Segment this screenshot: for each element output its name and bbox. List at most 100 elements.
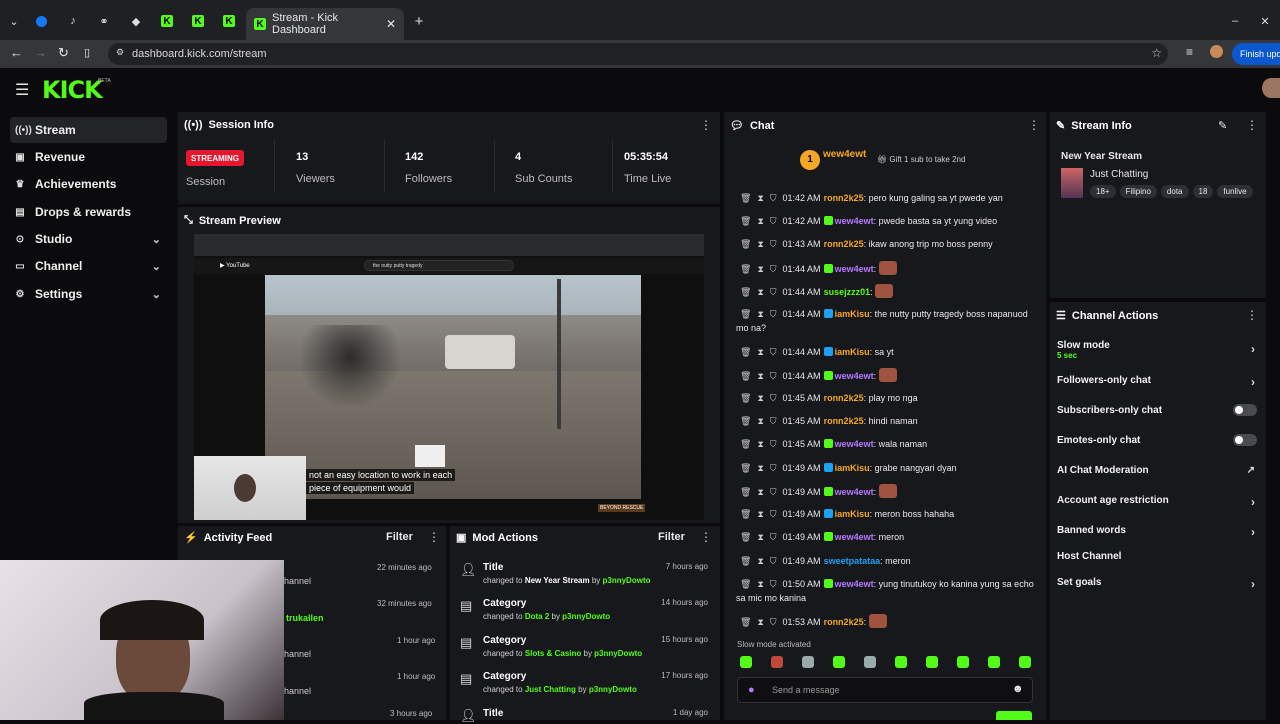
timeout-icon[interactable]: ⧗ xyxy=(757,264,763,274)
chat-username[interactable]: iamKisu xyxy=(835,347,870,357)
ban-icon[interactable]: ⛉ xyxy=(770,239,777,249)
bookmark-star-icon[interactable]: ☆ xyxy=(1151,46,1162,60)
subscribers-only-row[interactable]: Subscribers-only chat xyxy=(1057,404,1257,416)
reading-list-icon[interactable]: ≡ xyxy=(1186,45,1193,59)
chat-input[interactable]: ● Send a message ☻ xyxy=(737,677,1033,703)
kick-logo[interactable]: KICK xyxy=(42,76,103,104)
subscribers-only-toggle[interactable] xyxy=(1233,404,1257,416)
host-channel-row[interactable]: Host Channel xyxy=(1057,551,1257,562)
forward-icon[interactable]: → xyxy=(34,45,47,60)
chat-username[interactable]: wew4ewt xyxy=(835,216,874,226)
delete-icon[interactable]: 🗑︎ xyxy=(740,556,751,566)
emote-icon[interactable] xyxy=(802,656,814,668)
ban-icon[interactable]: ⛉ xyxy=(770,287,777,297)
ban-icon[interactable]: ⛉ xyxy=(770,264,777,274)
ai-moderation-row[interactable]: AI Chat Moderation ↗ xyxy=(1057,465,1257,476)
chat-username[interactable]: iamKisu xyxy=(835,463,870,473)
chat-username[interactable]: wew4ewt xyxy=(835,532,874,542)
sidebar-item-revenue[interactable]: ▣ Revenue xyxy=(10,144,167,170)
profile-avatar[interactable] xyxy=(1210,45,1223,58)
chat-username[interactable]: iamKisu xyxy=(835,309,870,319)
chat-username[interactable]: ronn2k25 xyxy=(824,239,864,249)
emote-icon[interactable] xyxy=(988,656,1000,668)
tab-facebook[interactable] xyxy=(34,9,48,33)
timeout-icon[interactable]: ⧗ xyxy=(757,416,763,426)
chat-username[interactable]: iamKisu xyxy=(835,509,870,519)
close-window-icon[interactable]: ✕ xyxy=(1258,9,1272,33)
emotes-only-row[interactable]: Emotes-only chat xyxy=(1057,434,1257,446)
chat-username[interactable]: ronn2k25 xyxy=(824,393,864,403)
sidebar-item-studio[interactable]: ⊙ Studio ⌄ xyxy=(10,226,167,252)
back-icon[interactable]: ← xyxy=(10,45,23,60)
chat-username[interactable]: wew4ewt xyxy=(835,487,874,497)
delete-icon[interactable]: 🗑︎ xyxy=(740,617,751,627)
delete-icon[interactable]: 🗑︎ xyxy=(740,416,751,426)
delete-icon[interactable]: 🗑︎ xyxy=(740,347,751,357)
edit-icon[interactable]: ✎ xyxy=(1218,119,1227,132)
sidebar-item-achievements[interactable]: ♛ Achievements xyxy=(10,171,167,197)
timeout-icon[interactable]: ⧗ xyxy=(757,487,763,497)
delete-icon[interactable]: 🗑︎ xyxy=(740,371,751,381)
user-avatar[interactable] xyxy=(1262,78,1280,98)
url-field[interactable]: ⚙ dashboard.kick.com/stream ☆ xyxy=(108,43,1168,65)
sidepanel-icon[interactable]: ▯ xyxy=(84,46,90,59)
delete-icon[interactable]: 🗑︎ xyxy=(740,393,751,403)
delete-icon[interactable]: 🗑︎ xyxy=(740,579,751,589)
tab-kick-3[interactable]: K xyxy=(222,9,236,33)
timeout-icon[interactable]: ⧗ xyxy=(757,556,763,566)
chat-username[interactable]: wew4ewt xyxy=(835,371,874,381)
activity-menu-icon[interactable]: ⋮ xyxy=(428,530,440,544)
timeout-icon[interactable]: ⧗ xyxy=(757,193,763,203)
emotes-only-toggle[interactable] xyxy=(1233,434,1257,446)
timeout-icon[interactable]: ⧗ xyxy=(757,439,763,449)
slow-mode-row[interactable]: Slow mode 5 sec › xyxy=(1057,340,1257,360)
ban-icon[interactable]: ⛉ xyxy=(770,556,777,566)
followers-only-row[interactable]: Followers-only chat › xyxy=(1057,375,1257,389)
hamburger-menu-icon[interactable]: ☰ xyxy=(15,80,29,100)
ban-icon[interactable]: ⛉ xyxy=(770,487,777,497)
timeout-icon[interactable]: ⧗ xyxy=(757,287,763,297)
timeout-icon[interactable]: ⧗ xyxy=(757,347,763,357)
emote-icon[interactable] xyxy=(957,656,969,668)
stream-info-menu-icon[interactable]: ⋮ xyxy=(1246,118,1258,132)
set-goals-row[interactable]: Set goals › xyxy=(1057,577,1257,591)
emote-icon[interactable] xyxy=(864,656,876,668)
delete-icon[interactable]: 🗑︎ xyxy=(740,264,751,274)
tab-diamond[interactable]: ◆ xyxy=(129,9,143,33)
ban-icon[interactable]: ⛉ xyxy=(770,309,777,319)
timeout-icon[interactable]: ⧗ xyxy=(757,532,763,542)
chat-username[interactable]: wew4ewt xyxy=(835,439,874,449)
chat-username[interactable]: ronn2k25 xyxy=(824,416,864,426)
ban-icon[interactable]: ⛉ xyxy=(770,617,777,627)
chat-send-button[interactable] xyxy=(996,711,1032,720)
emote-icon[interactable] xyxy=(833,656,845,668)
chat-username[interactable]: wew4ewt xyxy=(835,264,874,274)
chat-username[interactable]: ronn2k25 xyxy=(824,193,864,203)
reload-icon[interactable]: ↻ xyxy=(58,45,69,61)
emote-icon[interactable] xyxy=(1019,656,1031,668)
emote-icon[interactable] xyxy=(740,656,752,668)
close-tab-icon[interactable]: ✕ xyxy=(386,17,396,31)
delete-icon[interactable]: 🗑︎ xyxy=(740,216,751,226)
emote-icon[interactable] xyxy=(895,656,907,668)
emote-icon[interactable] xyxy=(771,656,783,668)
session-menu-icon[interactable]: ⋮ xyxy=(700,118,712,132)
sidebar-item-stream[interactable]: ((•)) Stream xyxy=(10,117,167,143)
delete-icon[interactable]: 🗑︎ xyxy=(740,509,751,519)
delete-icon[interactable]: 🗑︎ xyxy=(740,532,751,542)
account-age-row[interactable]: Account age restriction › xyxy=(1057,495,1257,509)
emoji-picker-icon[interactable]: ☻ xyxy=(1012,683,1024,695)
microphone-icon[interactable]: ● xyxy=(748,684,755,696)
delete-icon[interactable]: 🗑︎ xyxy=(740,193,751,203)
gift-sub-text[interactable]: 🎁︎ Gift 1 sub to take 2nd xyxy=(877,155,965,164)
delete-icon[interactable]: 🗑︎ xyxy=(740,309,751,319)
delete-icon[interactable]: 🗑︎ xyxy=(740,439,751,449)
delete-icon[interactable]: 🗑︎ xyxy=(740,463,751,473)
ban-icon[interactable]: ⛉ xyxy=(770,463,777,473)
sidebar-item-channel[interactable]: ▭ Channel ⌄ xyxy=(10,253,167,279)
new-tab-button[interactable]: + xyxy=(412,9,426,33)
stream-preview-video[interactable]: ▶ YouTube the nutty putty tragedy not an… xyxy=(194,234,704,520)
ban-icon[interactable]: ⛉ xyxy=(770,439,777,449)
emote-icon[interactable] xyxy=(926,656,938,668)
ban-icon[interactable]: ⛉ xyxy=(770,347,777,357)
